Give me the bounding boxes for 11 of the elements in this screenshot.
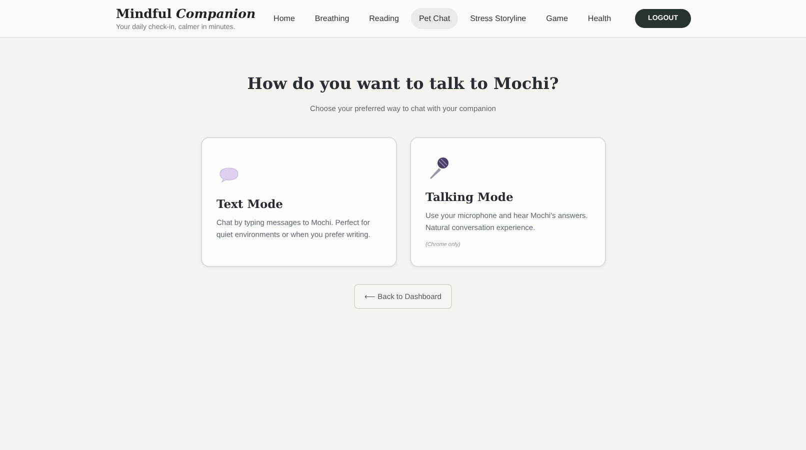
nav-link[interactable]: Health: [580, 8, 620, 29]
nav-link[interactable]: Stress Storyline: [462, 8, 534, 29]
nav-link[interactable]: Breathing: [306, 8, 358, 29]
app-logo[interactable]: Mindful Companion: [116, 6, 256, 21]
card-title: Talking Mode: [426, 190, 514, 204]
nav-link[interactable]: Game: [538, 8, 576, 29]
nav-link[interactable]: Pet Chat: [410, 8, 458, 29]
nav-link[interactable]: Home: [266, 8, 303, 29]
page-heading: How do you want to talk to Mochi?: [247, 74, 559, 93]
card-title: Text Mode: [216, 197, 284, 211]
nav-link[interactable]: Reading: [361, 8, 407, 29]
